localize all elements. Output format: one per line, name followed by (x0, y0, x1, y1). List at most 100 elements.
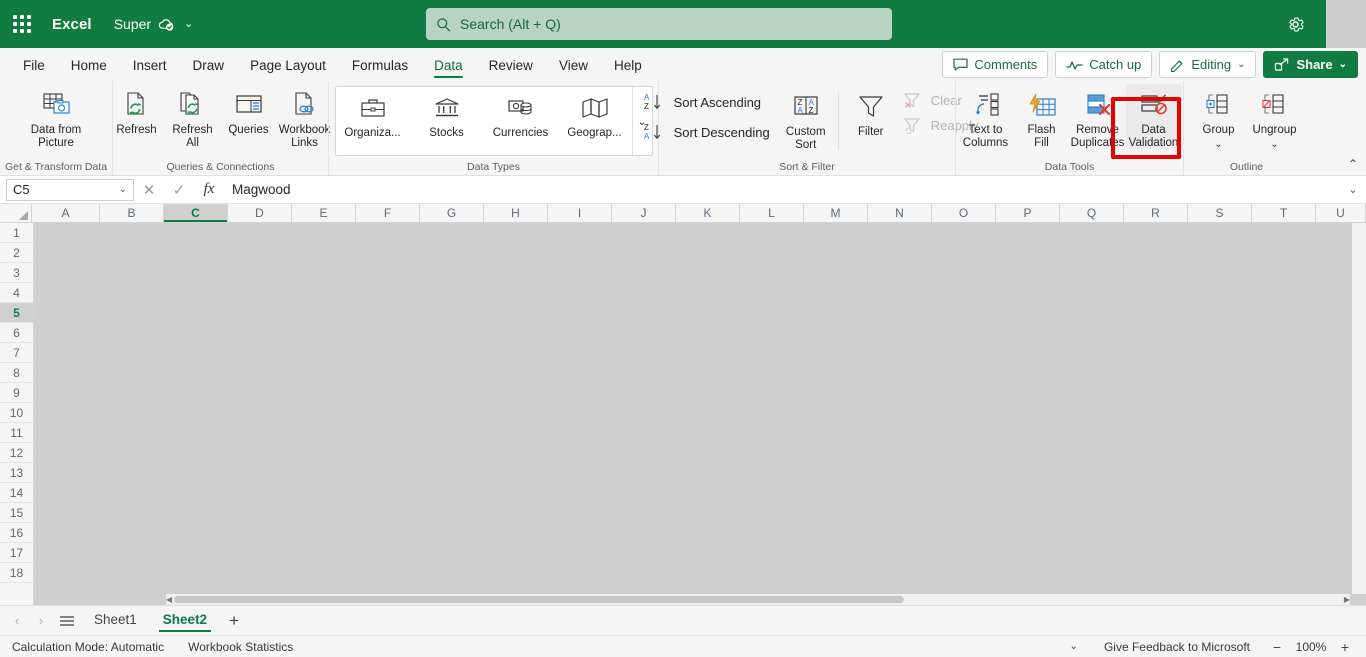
column-header-I[interactable]: I (548, 204, 612, 222)
row-header-9[interactable]: 9 (0, 383, 33, 403)
tab-home[interactable]: Home (58, 54, 120, 81)
column-header-B[interactable]: B (100, 204, 164, 222)
column-header-C[interactable]: C (164, 204, 228, 222)
column-header-F[interactable]: F (356, 204, 420, 222)
share-button[interactable]: Share ⌄ (1263, 51, 1358, 78)
column-header-O[interactable]: O (932, 204, 996, 222)
refresh-all-button[interactable]: Refresh All (165, 84, 221, 149)
remove-duplicates-button[interactable]: Remove Duplicates (1070, 84, 1126, 149)
next-sheet-icon[interactable]: › (30, 608, 52, 634)
app-launcher-icon[interactable] (0, 0, 44, 48)
vertical-scrollbar[interactable] (1352, 223, 1366, 594)
tab-draw[interactable]: Draw (180, 54, 238, 81)
row-header-7[interactable]: 7 (0, 343, 33, 363)
group-button[interactable]: Group ⌄ (1191, 84, 1247, 149)
comments-button[interactable]: Comments (942, 51, 1049, 78)
select-all-corner[interactable] (0, 204, 32, 222)
row-header-1[interactable]: 1 (0, 223, 33, 243)
flash-fill-button[interactable]: Flash Fill (1014, 84, 1070, 149)
row-header-15[interactable]: 15 (0, 503, 33, 523)
row-header-17[interactable]: 17 (0, 543, 33, 563)
row-header-14[interactable]: 14 (0, 483, 33, 503)
data-from-picture-button[interactable]: Data from Picture (23, 84, 89, 149)
cancel-icon[interactable]: ✕ (134, 178, 164, 202)
tab-review[interactable]: Review (476, 54, 546, 81)
column-header-Q[interactable]: Q (1060, 204, 1124, 222)
name-box[interactable]: C5 ⌄ (6, 178, 134, 201)
horizontal-scrollbar[interactable]: ◀ ▶ (166, 594, 1350, 605)
catch-up-button[interactable]: Catch up (1055, 51, 1153, 78)
queries-button[interactable]: Queries (221, 84, 277, 137)
column-header-D[interactable]: D (228, 204, 292, 222)
group-chevron-down-icon[interactable]: ⌄ (1192, 140, 1246, 149)
column-header-U[interactable]: U (1316, 204, 1366, 222)
search-box[interactable] (426, 8, 892, 40)
row-header-10[interactable]: 10 (0, 403, 33, 423)
column-header-R[interactable]: R (1124, 204, 1188, 222)
column-header-T[interactable]: T (1252, 204, 1316, 222)
row-header-13[interactable]: 13 (0, 463, 33, 483)
row-header-4[interactable]: 4 (0, 283, 33, 303)
status-bar-chevron-down-icon[interactable]: ⌄ (1060, 641, 1088, 652)
column-header-A[interactable]: A (32, 204, 100, 222)
editing-button[interactable]: Editing ⌄ (1159, 51, 1257, 78)
scroll-right-icon[interactable]: ▶ (1344, 595, 1350, 604)
document-menu-chevron-down-icon[interactable]: ⌄ (184, 18, 193, 30)
document-name[interactable]: Super (114, 16, 151, 32)
sort-ascending-button[interactable]: A Z Sort Ascending (640, 90, 774, 114)
search-input[interactable] (460, 16, 882, 32)
text-to-columns-button[interactable]: Text to Columns (958, 84, 1014, 149)
zoom-in-button[interactable]: + (1334, 639, 1356, 655)
column-header-M[interactable]: M (804, 204, 868, 222)
column-header-S[interactable]: S (1188, 204, 1252, 222)
row-header-8[interactable]: 8 (0, 363, 33, 383)
give-feedback-button[interactable]: Give Feedback to Microsoft (1092, 640, 1262, 654)
column-header-H[interactable]: H (484, 204, 548, 222)
sheet-cells-area[interactable] (34, 223, 1366, 605)
sheet-tab-sheet1[interactable]: Sheet1 (82, 608, 149, 633)
scroll-left-icon[interactable]: ◀ (166, 595, 172, 604)
sort-descending-button[interactable]: Z A Sort Descending (640, 120, 774, 144)
column-header-G[interactable]: G (420, 204, 484, 222)
ribbon-collapse-caret-icon[interactable]: ⌃ (1348, 157, 1358, 171)
tab-file[interactable]: File (10, 54, 58, 81)
refresh-button[interactable]: Refresh (109, 84, 165, 137)
zoom-level-label[interactable]: 100% (1292, 640, 1330, 654)
column-header-K[interactable]: K (676, 204, 740, 222)
settings-gear-icon[interactable] (1280, 10, 1310, 38)
row-header-6[interactable]: 6 (0, 323, 33, 343)
organization-data-type-button[interactable]: Organiza... (336, 87, 410, 155)
insert-function-icon[interactable]: fx (194, 178, 224, 202)
stocks-data-type-button[interactable]: Stocks (410, 87, 484, 155)
row-header-12[interactable]: 12 (0, 443, 33, 463)
tab-view[interactable]: View (546, 54, 601, 81)
horizontal-scroll-thumb[interactable] (174, 596, 905, 603)
row-header-5[interactable]: 5 (0, 303, 33, 323)
currencies-data-type-button[interactable]: Currencies (484, 87, 558, 155)
formula-input[interactable]: Magwood (224, 178, 1342, 202)
sheet-tab-sheet2[interactable]: Sheet2 (151, 608, 219, 633)
tab-data[interactable]: Data (421, 54, 476, 81)
row-header-11[interactable]: 11 (0, 423, 33, 443)
column-header-E[interactable]: E (292, 204, 356, 222)
tab-insert[interactable]: Insert (120, 54, 180, 81)
workbook-links-button[interactable]: Workbook Links (277, 84, 333, 149)
tab-page-layout[interactable]: Page Layout (237, 54, 339, 81)
confirm-icon[interactable]: ✓ (164, 178, 194, 202)
ungroup-button[interactable]: Ungroup ⌄ (1247, 84, 1303, 149)
data-validation-button[interactable]: Data Validation (1125, 84, 1182, 149)
filter-button[interactable]: Filter (843, 86, 899, 139)
custom-sort-button[interactable]: Z A A Z Custom Sort (778, 86, 834, 151)
tab-formulas[interactable]: Formulas (339, 54, 421, 81)
geography-data-type-button[interactable]: Geograp... (558, 87, 632, 155)
column-header-L[interactable]: L (740, 204, 804, 222)
previous-sheet-icon[interactable]: ‹ (6, 608, 28, 634)
formula-bar-expand-chevron-down-icon[interactable]: ⌄ (1342, 183, 1364, 196)
ungroup-chevron-down-icon[interactable]: ⌄ (1248, 140, 1302, 149)
workbook-statistics-button[interactable]: Workbook Statistics (176, 640, 305, 654)
column-header-P[interactable]: P (996, 204, 1060, 222)
column-header-N[interactable]: N (868, 204, 932, 222)
zoom-out-button[interactable]: − (1266, 639, 1288, 655)
row-header-16[interactable]: 16 (0, 523, 33, 543)
add-sheet-button[interactable]: + (221, 608, 247, 634)
